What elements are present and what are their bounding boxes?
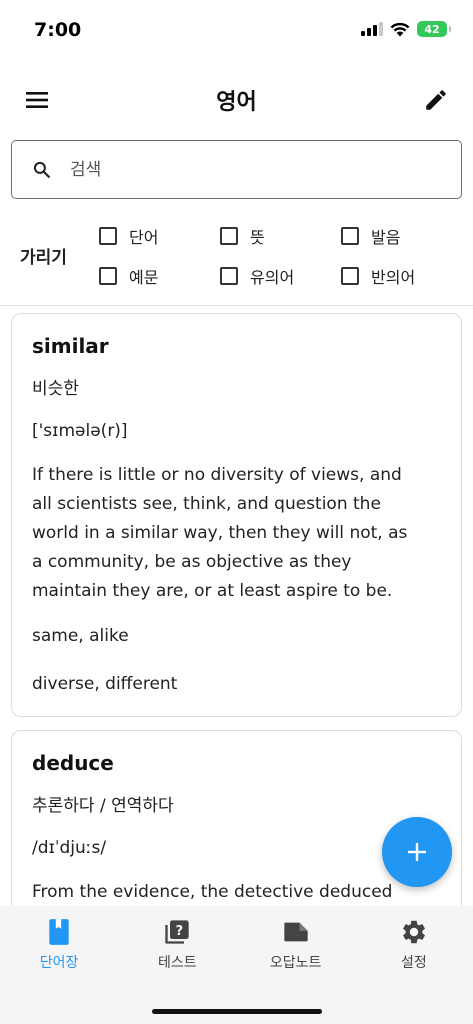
status-bar: 7:00 42 (0, 0, 473, 64)
checkbox[interactable] (220, 227, 238, 245)
hide-option-example[interactable]: 예문 (99, 264, 158, 288)
hide-options: 가리기 단어 뜻 발음 예문 유의어 반의어 (0, 215, 473, 300)
bottom-nav: 단어장 ? 테스트 오답노트 설정 (0, 906, 473, 1024)
example-line: maintain they are, or at least aspire to… (32, 581, 393, 601)
plus-icon (408, 843, 426, 861)
checkbox[interactable] (99, 227, 117, 245)
folder-icon (283, 922, 308, 942)
option-label: 뜻 (250, 228, 265, 247)
option-label: 예문 (129, 268, 159, 287)
card-meaning: 추론하다 / 연역하다 (32, 796, 174, 816)
word-card-deduce[interactable]: deduce 추론하다 / 연역하다 /dɪˈdjuːs/ From the e… (11, 730, 462, 906)
signal-icon (361, 22, 383, 36)
pencil-icon (426, 90, 446, 110)
nav-label: 단어장 (39, 955, 79, 971)
hide-option-pronunciation[interactable]: 발음 (341, 224, 400, 248)
card-synonyms: same, alike (32, 626, 129, 646)
menu-icon (26, 92, 48, 108)
card-meaning: 비슷한 (32, 379, 79, 399)
card-pronunciation: ['sɪmələ(r)] (32, 421, 128, 441)
card-word: similar (32, 334, 109, 358)
nav-label: 설정 (400, 955, 427, 971)
home-indicator (152, 1009, 322, 1014)
search-input[interactable] (70, 159, 430, 180)
battery-level: 42 (424, 22, 440, 36)
battery-icon: 42 (417, 21, 451, 37)
example-line: From the evidence, the detective deduced (32, 882, 393, 902)
nav-item-settings[interactable]: 설정 (355, 906, 473, 1024)
hide-option-word[interactable]: 단어 (99, 224, 158, 248)
example-line: all scientists see, think, and question … (32, 494, 381, 514)
word-card-similar[interactable]: similar 비슷한 ['sɪmələ(r)] If there is lit… (11, 313, 462, 717)
gear-icon (402, 920, 425, 944)
nav-item-test[interactable]: ? 테스트 (118, 906, 236, 1024)
card-example: From the evidence, the detective deduced (32, 878, 441, 906)
search-box (11, 140, 462, 199)
example-line: a community, be as objective as they (32, 552, 352, 572)
hide-label: 가리기 (20, 248, 67, 268)
page-title: 영어 (216, 90, 257, 115)
status-icons: 42 (361, 21, 451, 37)
nav-label: 오답노트 (269, 955, 322, 971)
nav-label: 테스트 (158, 955, 197, 971)
option-label: 반의어 (371, 268, 416, 287)
search-icon (33, 161, 51, 178)
card-pronunciation: /dɪˈdjuːs/ (32, 838, 107, 858)
edit-button[interactable] (421, 85, 451, 115)
card-example: If there is little or no diversity of vi… (32, 461, 441, 606)
nav-item-wordbook[interactable]: 단어장 (0, 906, 118, 1024)
word-list[interactable]: similar 비슷한 ['sɪmələ(r)] If there is lit… (0, 306, 473, 906)
hide-option-antonym[interactable]: 반의어 (341, 264, 415, 288)
book-icon (49, 919, 69, 945)
app-bar: 영어 (0, 72, 473, 128)
example-line: If there is little or no diversity of vi… (32, 465, 402, 485)
hide-option-meaning[interactable]: 뜻 (220, 224, 265, 248)
card-word: deduce (32, 751, 114, 775)
option-label: 단어 (129, 228, 159, 247)
card-antonyms: diverse, different (32, 674, 178, 694)
checkbox[interactable] (341, 227, 359, 245)
nav-item-wrong-notes[interactable]: 오답노트 (237, 906, 355, 1024)
checkbox[interactable] (99, 267, 117, 285)
hide-option-synonym[interactable]: 유의어 (220, 264, 294, 288)
wifi-icon (390, 22, 410, 36)
add-word-button[interactable] (382, 817, 452, 887)
option-label: 발음 (371, 228, 401, 247)
option-label: 유의어 (250, 268, 295, 287)
checkbox[interactable] (341, 267, 359, 285)
menu-button[interactable] (22, 85, 52, 115)
svg-text:?: ? (176, 924, 183, 939)
example-line: world in a similar way, then they will n… (32, 523, 408, 543)
quiz-icon: ? (165, 920, 190, 944)
status-time: 7:00 (34, 19, 82, 41)
checkbox[interactable] (220, 267, 238, 285)
